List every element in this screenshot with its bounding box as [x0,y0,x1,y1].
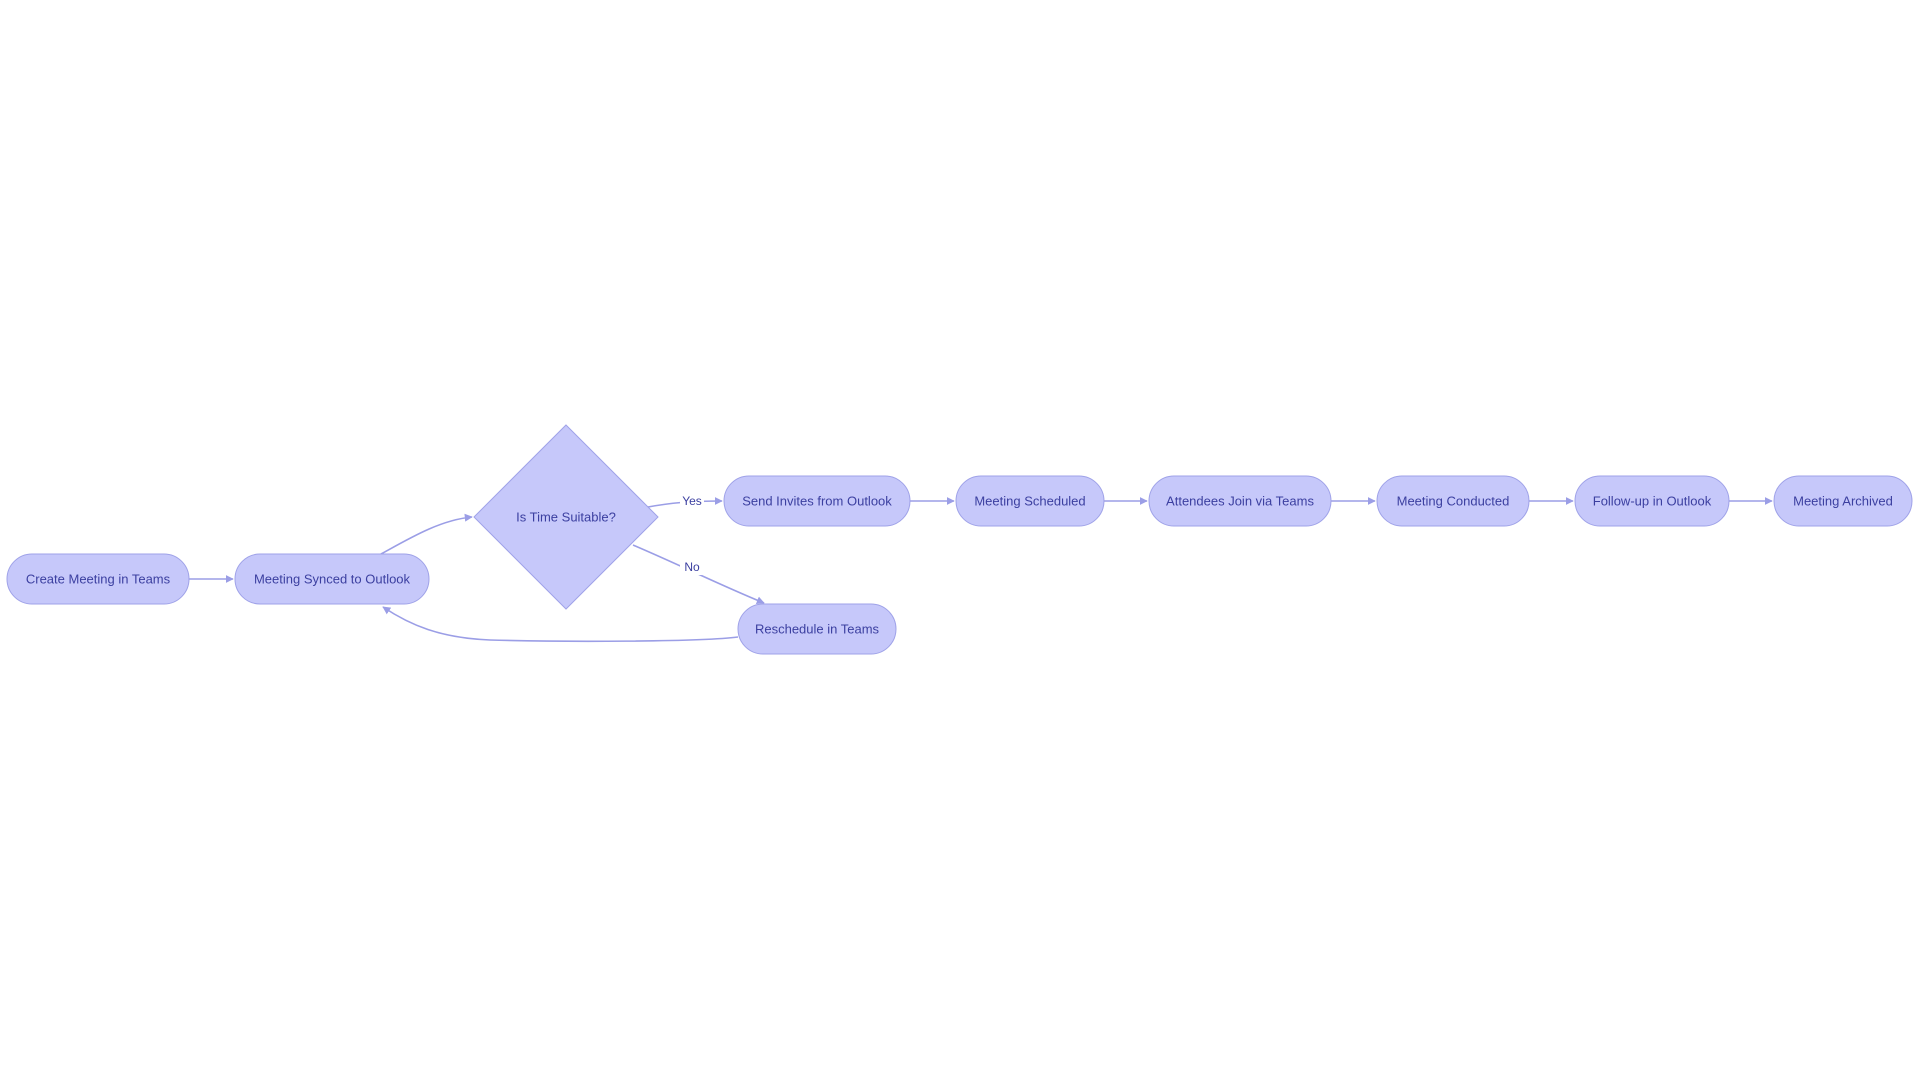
node-label: Meeting Conducted [1397,494,1510,509]
node-label: Meeting Archived [1793,494,1893,509]
node-label: Meeting Scheduled [974,494,1085,509]
node-label: Reschedule in Teams [755,622,880,637]
flowchart-diagram: Yes No Create Meeting in Teams Meeting Syn… [6,424,1913,655]
node-label: Follow-up in Outlook [1593,494,1712,509]
node-meeting-conducted[interactable]: Meeting Conducted [1376,475,1530,527]
edge-labels-layer: Yes No [680,493,704,575]
node-meeting-archived[interactable]: Meeting Archived [1773,475,1913,527]
node-attendees-join-via-teams[interactable]: Attendees Join via Teams [1148,475,1332,527]
node-meeting-scheduled[interactable]: Meeting Scheduled [955,475,1105,527]
node-label: Meeting Synced to Outlook [254,572,411,587]
node-label: Create Meeting in Teams [26,572,171,587]
node-send-invites-from-outlook[interactable]: Send Invites from Outlook [723,475,911,527]
node-label: Attendees Join via Teams [1166,494,1314,509]
edge-label-yes: Yes [680,493,704,509]
node-reschedule-in-teams[interactable]: Reschedule in Teams [737,603,897,655]
node-follow-up-in-outlook[interactable]: Follow-up in Outlook [1574,475,1730,527]
edge-b-to-c [380,513,473,555]
node-label: Send Invites from Outlook [742,494,892,509]
nodes-layer: Create Meeting in Teams Meeting Synced to… [6,424,1913,655]
node-label: Is Time Suitable? [516,510,616,525]
node-meeting-synced-to-outlook[interactable]: Meeting Synced to Outlook [234,553,430,605]
edge-label-text: Yes [682,494,702,508]
edge-label-no: No [680,559,704,575]
node-is-time-suitable[interactable]: Is Time Suitable? [473,424,659,610]
edge-label-text: No [684,560,700,574]
edge-e-to-b [382,606,739,643]
node-create-meeting-in-teams[interactable]: Create Meeting in Teams [6,553,190,605]
